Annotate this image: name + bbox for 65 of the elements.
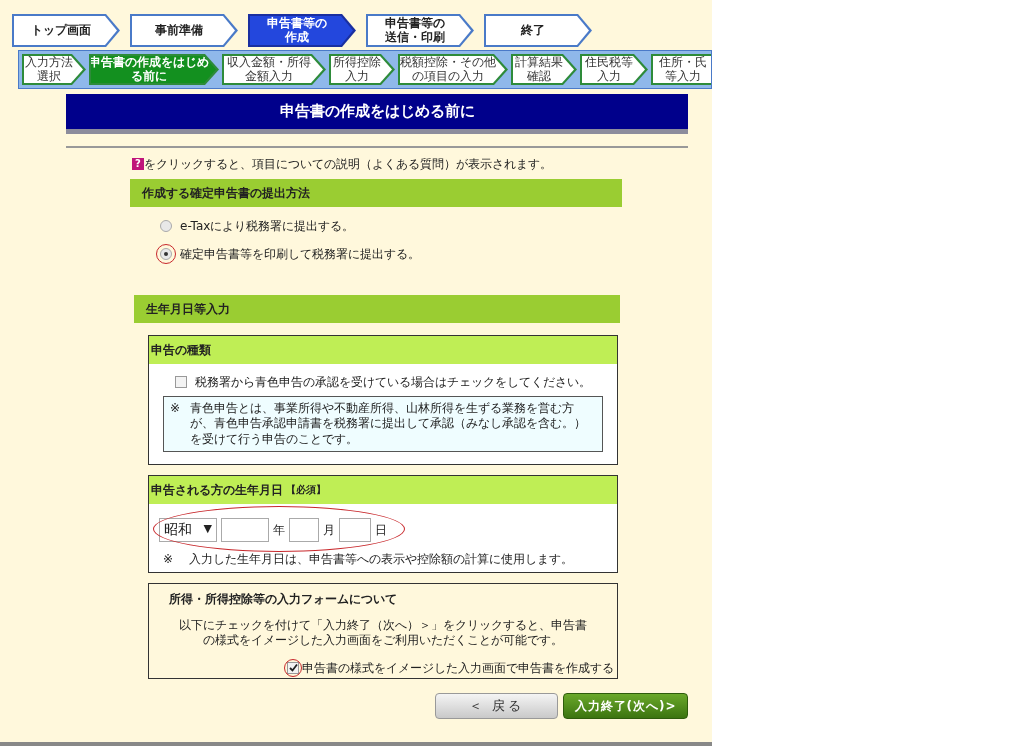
step-label: 確認 <box>527 69 551 84</box>
required-tag: 【必須】 <box>286 482 326 497</box>
step-label: 作成 <box>285 30 309 45</box>
substep-tab[interactable]: 住所・氏 等入力 <box>651 54 711 85</box>
back-button[interactable]: ＜ 戻る <box>435 692 559 719</box>
unit-label: 年 <box>273 521 285 539</box>
step-label: 申告書等の <box>267 16 327 31</box>
step-label: る前に <box>131 69 167 84</box>
option-label: 確定申告書等を印刷して税務署に提出する。 <box>180 245 420 263</box>
help-text: をクリックすると、項目についての説明（よくある質問）が表示されます。 <box>144 155 552 173</box>
caret-icon: ▼ <box>203 521 212 538</box>
info-text: 以下にチェックを付けて「入力終了（次へ）＞」をクリックすると、申告書の様式をイメージした入力画面をご利用いただくことが可能です。 <box>178 617 588 649</box>
note-mark: ※ <box>163 550 174 568</box>
panel-heading: 申告の種類 <box>149 335 617 364</box>
option-label: e-Taxにより税務署に提出する。 <box>180 217 355 235</box>
help-icon: ? <box>132 157 144 170</box>
step-tab[interactable]: 申告書等の 作成 <box>248 14 356 47</box>
unit-label: 日 <box>375 521 387 539</box>
step-label: 住所・氏 <box>659 55 707 70</box>
next-button[interactable]: 入力終了(次へ)> <box>563 692 688 719</box>
page-title: 申告書の作成をはじめる前に <box>66 94 688 134</box>
checkbox[interactable] <box>175 375 187 388</box>
step-tab[interactable]: トップ画面 <box>12 14 120 47</box>
step-label: 所得控除 <box>333 55 381 70</box>
step-label: 等入力 <box>665 69 701 84</box>
step-label: 入力方法 <box>25 55 73 70</box>
month-field[interactable] <box>289 517 319 542</box>
year-field[interactable] <box>221 517 269 542</box>
unit-label: 月 <box>323 521 335 539</box>
checkbox-label: 申告書の様式をイメージした入力画面で申告書を作成する <box>302 659 614 677</box>
step-label: トップ画面 <box>31 23 91 38</box>
substep-tab[interactable]: 税額控除・その他 の項目の入力 <box>398 54 508 85</box>
step-label: 申告書等の <box>385 16 445 31</box>
substep-tab[interactable]: 住民税等 入力 <box>580 54 648 85</box>
step-label: 税額控除・その他 <box>400 55 496 70</box>
substep-tab[interactable]: 収入金額・所得 金額入力 <box>222 54 326 85</box>
era-select[interactable]: 昭和 ▼ <box>159 517 217 542</box>
step-label: 住民税等 <box>585 55 633 70</box>
substep-tab[interactable]: 入力方法 選択 <box>22 54 86 85</box>
substep-tab[interactable]: 計算結果 確認 <box>511 54 577 85</box>
step-tab[interactable]: 終了 <box>484 14 592 47</box>
note-text: 入力した生年月日は、申告書等への表示や控除額の計算に使用します。 <box>189 550 574 568</box>
checkmark-icon <box>288 663 298 673</box>
step-label: の項目の入力 <box>412 69 484 84</box>
note-mark: ※ <box>170 400 181 417</box>
panel-heading: 所得・所得控除等の入力フォームについて <box>169 590 398 608</box>
step-label: 選択 <box>37 69 61 84</box>
note-text: 青色申告とは、事業所得や不動産所得、山林所得を生ずる業務を営む方が、青色申告承認申請書を税務署に提出して承認（みなし承認を含む。）を受けて行う申告のことです。 <box>190 400 588 448</box>
step-label: 入力 <box>597 69 621 84</box>
step-label: 計算結果 <box>515 55 563 70</box>
step-tab[interactable]: 事前準備 <box>130 14 238 47</box>
step-label: 終了 <box>521 23 545 38</box>
section-heading: 生年月日等入力 <box>134 294 620 323</box>
radio-button[interactable] <box>160 219 172 232</box>
step-label: 送信・印刷 <box>385 30 445 45</box>
step-label: 収入金額・所得 <box>227 55 311 70</box>
section-heading: 作成する確定申告書の提出方法 <box>130 178 622 207</box>
checkbox-label: 税務署から青色申告の承認を受けている場合はチェックをしてください。 <box>195 373 591 391</box>
substep-tab[interactable]: 所得控除 入力 <box>329 54 395 85</box>
day-field[interactable] <box>339 517 371 542</box>
step-label: 金額入力 <box>245 69 293 84</box>
step-label: 入力 <box>345 69 369 84</box>
step-tab[interactable]: 申告書等の 送信・印刷 <box>366 14 474 47</box>
step-label: 事前準備 <box>155 23 203 38</box>
panel-heading: 申告される方の生年月日 <box>151 481 283 499</box>
